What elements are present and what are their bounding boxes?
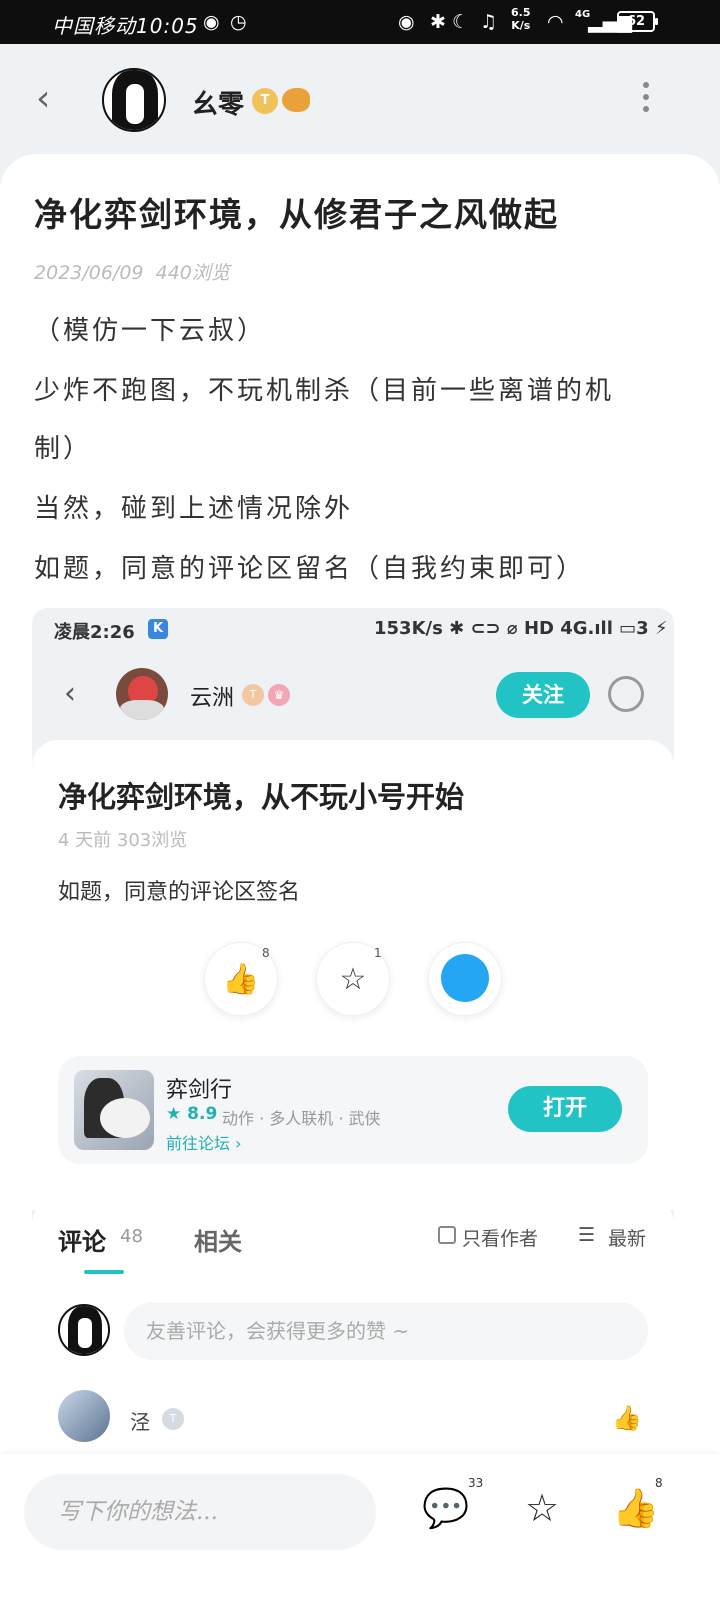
back-chevron-icon[interactable]: ‹: [36, 78, 72, 120]
embedded-open-button: 打开: [508, 1086, 622, 1132]
speedometer-icon: ◷: [230, 11, 247, 33]
post-meta: 2023/06/09 440浏览: [34, 262, 230, 284]
embedded-game-image: [74, 1070, 154, 1150]
embedded-qq-icon: [441, 954, 489, 1002]
embedded-game-rating: ★ 8.9: [166, 1104, 218, 1124]
embedded-crown-badge-icon: ♛: [268, 684, 290, 706]
embedded-level-badge-icon: T: [242, 684, 264, 706]
embedded-tab-comments: 评论: [58, 1228, 106, 1256]
post-line: （模仿一下云叔）: [34, 316, 267, 346]
more-options-icon[interactable]: [640, 82, 652, 118]
embedded-commenter-avatar: [58, 1390, 110, 1442]
status-bar: 中国移动10:05 ◉ ◷ ◉ ✱ ☾ ♫ 6.5 K/s ◠ 4G ▂▄▆ 62: [0, 0, 720, 44]
author-name[interactable]: 幺零: [192, 84, 244, 121]
browser-icon: ◉: [203, 11, 220, 33]
moon-icon: ☾: [452, 11, 470, 33]
embedded-my-avatar: [58, 1304, 110, 1356]
embedded-comment-like-icon: 👍: [612, 1404, 642, 1432]
wifi-icon: ◠: [547, 11, 564, 33]
embedded-author-name: 云洲: [190, 686, 235, 711]
embedded-back-icon: ‹: [64, 676, 76, 711]
status-carrier-time: 中国移动10:05: [52, 14, 199, 38]
embedded-game-tags: 动作 · 多人联机 · 武侠: [222, 1109, 381, 1128]
embedded-tab-indicator: [84, 1270, 124, 1274]
embedded-author-avatar: [116, 668, 168, 720]
bluetooth-icon: ✱: [430, 11, 446, 33]
embedded-post-title: 净化弈剑环境，从不玩小号开始: [58, 780, 465, 814]
embedded-tab-related: 相关: [194, 1228, 242, 1256]
embedded-comments-count: 48: [120, 1226, 143, 1247]
embedded-screenshot[interactable]: 凌晨2:26 K 153K/s ✱ ⊂⊃ ⌀ HD 4G.ıll ▭3 ⚡ ‹ …: [32, 608, 674, 1468]
embedded-status-right: 153K/s ✱ ⊂⊃ ⌀ HD 4G.ıll ▭3 ⚡: [374, 618, 668, 639]
comment-count: 33: [468, 1476, 484, 1490]
post-line: 制）: [34, 434, 93, 464]
embedded-only-author: 只看作者: [462, 1228, 539, 1250]
star-icon[interactable]: ☆: [516, 1482, 568, 1534]
level-badge-icon: T: [252, 88, 278, 114]
embedded-game-name: 弈剑行: [166, 1078, 233, 1103]
post-line: 少炸不跑图，不玩机制杀（目前一些离谱的机: [34, 376, 615, 406]
comment-icon[interactable]: 💬: [420, 1482, 472, 1534]
embedded-post-body: 如题，同意的评论区签名: [58, 880, 301, 905]
embedded-share-icon: [608, 676, 644, 712]
battery-icon: 62: [617, 11, 658, 32]
k-app-icon: K: [148, 619, 168, 639]
embedded-commenter-badge-icon: T: [162, 1408, 184, 1430]
embedded-commenter-name: 泾: [130, 1410, 150, 1434]
embedded-follow-button: 关注: [496, 672, 590, 718]
network-speed: 6.5 K/s: [511, 6, 531, 32]
fish-badge-icon: [282, 88, 310, 112]
embedded-post-meta: 4 天前 303浏览: [58, 830, 188, 851]
post-line: 如题，同意的评论区留名（自我约束即可）: [34, 554, 586, 584]
reply-input[interactable]: 写下你的想法...: [24, 1474, 376, 1550]
embedded-fav-count: 1: [374, 946, 382, 960]
embedded-checkbox-icon: [438, 1226, 456, 1244]
embedded-sort-icon: ☰: [578, 1224, 596, 1246]
embedded-sort-newest: 最新: [608, 1228, 647, 1250]
post-line: 当然，碰到上述情况除外: [34, 494, 354, 524]
embedded-forum-link: 前往论坛 ›: [166, 1134, 242, 1153]
post-title: 净化弈剑环境，从修君子之风做起: [34, 195, 559, 234]
embedded-status-time: 凌晨2:26: [54, 622, 135, 643]
embedded-comment-input: 友善评论，会获得更多的赞 ~: [124, 1302, 648, 1360]
mute-bell-icon: ♫: [480, 11, 498, 33]
like-count: 8: [655, 1476, 663, 1490]
author-avatar[interactable]: [102, 68, 166, 132]
embedded-like-count: 8: [262, 946, 270, 960]
eye-icon: ◉: [398, 11, 415, 33]
